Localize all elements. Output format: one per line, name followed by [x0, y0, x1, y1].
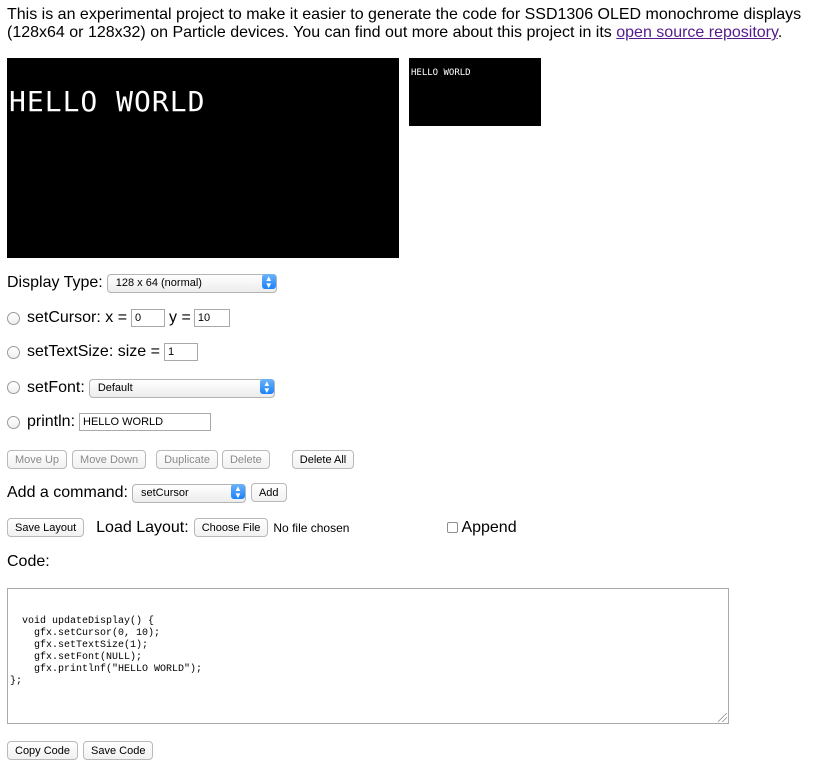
settextsize-size-input[interactable]: [163, 343, 198, 361]
oled-preview-small-text: HELLO WORLD: [411, 68, 471, 78]
intro-suffix: .: [777, 24, 783, 41]
resize-grip-icon[interactable]: [718, 713, 727, 722]
code-buttons-row: Copy Code Save Code: [7, 741, 154, 760]
setcursor-x-input[interactable]: [131, 309, 166, 327]
choose-file-button[interactable]: Choose File: [193, 518, 269, 537]
layout-row: Save Layout Load Layout: Choose File No …: [7, 518, 517, 537]
duplicate-button[interactable]: Duplicate: [156, 450, 218, 469]
intro-paragraph: This is an experimental project to make …: [7, 6, 822, 42]
save-code-button[interactable]: Save Code: [83, 741, 154, 760]
setfont-label: setFont:: [27, 378, 85, 396]
command-row-settextsize[interactable]: setTextSize: size =: [7, 343, 198, 361]
settextsize-label: setTextSize: size =: [27, 343, 160, 360]
display-type-label: Display Type:: [7, 273, 103, 291]
command-row-println[interactable]: println:: [7, 413, 212, 431]
setfont-select-wrapper: Default ▲ ▼: [88, 378, 275, 398]
open-source-repository-link[interactable]: open source repository: [616, 24, 778, 41]
code-textarea[interactable]: void updateDisplay() { gfx.setCursor(0, …: [7, 588, 729, 724]
oled-preview-small: HELLO WORLD: [409, 58, 541, 126]
setcursor-y-input[interactable]: [193, 309, 230, 327]
code-label: Code:: [7, 553, 50, 570]
setfont-select[interactable]: Default: [88, 378, 275, 398]
move-up-button[interactable]: Move Up: [7, 450, 68, 469]
delete-button[interactable]: Delete: [221, 450, 270, 469]
display-type-select-wrapper: 128 x 64 (normal) ▲ ▼: [106, 273, 277, 293]
println-text-input[interactable]: [79, 413, 212, 431]
oled-preview-large-text: HELLO WORLD: [9, 85, 206, 118]
command-radio-println[interactable]: [7, 415, 20, 429]
code-content: void updateDisplay() { gfx.setCursor(0, …: [10, 616, 203, 687]
display-type-row: Display Type: 128 x 64 (normal) ▲ ▼: [7, 273, 277, 293]
no-file-chosen-text: No file chosen: [273, 520, 350, 535]
load-layout-label: Load Layout:: [96, 518, 189, 536]
delete-all-button[interactable]: Delete All: [291, 450, 355, 469]
command-row-setfont[interactable]: setFont: Default ▲ ▼: [7, 378, 275, 398]
append-checkbox[interactable]: [447, 522, 459, 533]
edit-buttons-row: Move Up Move Down Duplicate Delete Delet…: [7, 450, 355, 469]
command-row-setcursor[interactable]: setCursor: x = y =: [7, 309, 230, 327]
copy-code-button[interactable]: Copy Code: [7, 741, 79, 760]
command-radio-setfont[interactable]: [7, 381, 20, 395]
add-command-row: Add a command: setCursor ▲ ▼ Add: [7, 483, 287, 503]
add-command-select-wrapper: setCursor ▲ ▼: [131, 483, 246, 503]
add-command-button[interactable]: Add: [250, 483, 287, 503]
save-layout-button[interactable]: Save Layout: [7, 518, 85, 537]
setcursor-y-label: y =: [169, 309, 191, 326]
println-label: println:: [27, 413, 76, 430]
setcursor-label: setCursor: x =: [27, 309, 128, 326]
add-command-select[interactable]: setCursor: [131, 483, 246, 503]
add-command-label: Add a command:: [7, 483, 128, 501]
display-type-select[interactable]: 128 x 64 (normal): [106, 273, 277, 293]
command-radio-settextsize[interactable]: [7, 345, 20, 359]
command-radio-setcursor[interactable]: [7, 311, 20, 325]
code-label-row: Code:: [7, 553, 50, 571]
append-label: Append: [461, 518, 517, 536]
oled-preview-large: HELLO WORLD: [7, 58, 399, 258]
move-down-button[interactable]: Move Down: [72, 450, 147, 469]
